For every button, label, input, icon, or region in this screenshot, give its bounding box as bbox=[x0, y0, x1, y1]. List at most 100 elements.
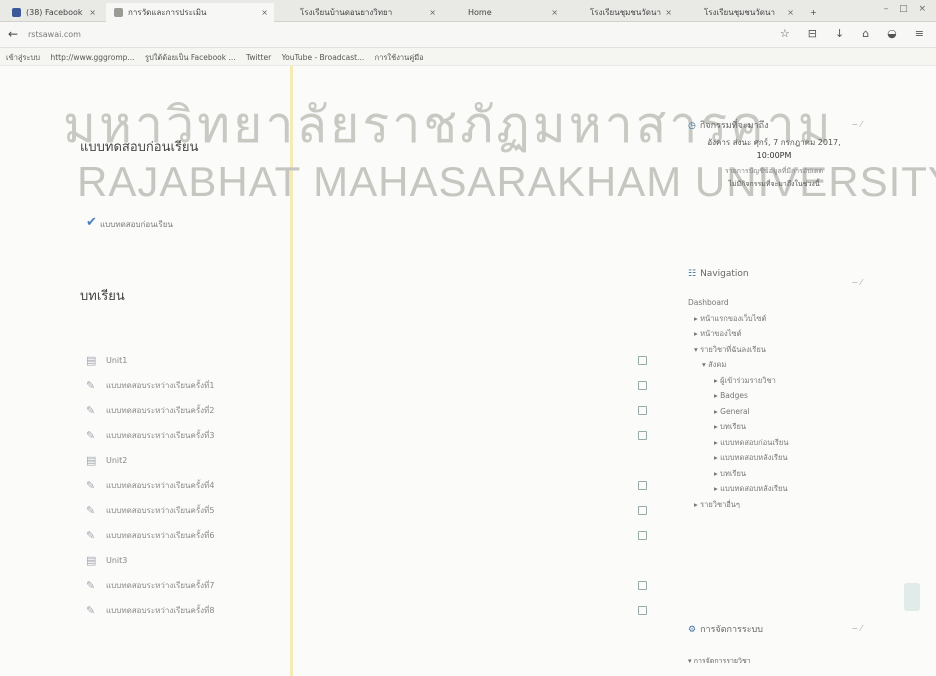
completion-checkbox[interactable] bbox=[638, 531, 647, 540]
quiz-item[interactable]: ✎ แบบทดสอบระหว่างเรียนครั้งที่4 bbox=[86, 473, 666, 498]
window-controls[interactable]: – □ × bbox=[884, 4, 930, 14]
lesson-label[interactable]: Unit2 bbox=[106, 456, 127, 465]
browser-tab[interactable]: โรงเรียนบ้านดอนยางวิทยา × bbox=[278, 3, 442, 22]
block-controls[interactable]: − ⁄ bbox=[851, 120, 862, 129]
quiz-icon: ✎ bbox=[86, 479, 96, 492]
quiz-item[interactable]: ✎ แบบทดสอบระหว่างเรียนครั้งที่5 bbox=[86, 498, 666, 523]
event-note: ไม่มีกิจกรรมที่จะมาถึงในช่วงนี้ bbox=[728, 180, 820, 188]
browser-tab-active[interactable]: การวัดและการประเมิน × bbox=[106, 3, 274, 22]
pretest-link[interactable]: แบบทดสอบก่อนเรียน bbox=[100, 218, 173, 231]
lesson-label[interactable]: Unit3 bbox=[106, 556, 127, 565]
browser-tab[interactable]: โรงเรียนชุมชนวัดนา × bbox=[568, 3, 678, 22]
completion-checkbox[interactable] bbox=[638, 406, 647, 415]
lesson-label[interactable]: แบบทดสอบระหว่างเรียนครั้งที่5 bbox=[106, 506, 214, 515]
folder-icon: ▤ bbox=[86, 454, 97, 467]
close-tab-icon[interactable]: × bbox=[89, 3, 96, 22]
quiz-item[interactable]: ✎ แบบทดสอบระหว่างเรียนครั้งที่8 bbox=[86, 598, 666, 623]
unit-item[interactable]: ▤ Unit1 bbox=[86, 348, 666, 373]
star-icon[interactable]: ☆ bbox=[780, 27, 790, 40]
close-tab-icon[interactable]: × bbox=[787, 3, 794, 22]
completion-checkbox[interactable] bbox=[638, 606, 647, 615]
new-tab-button[interactable]: + bbox=[804, 3, 828, 22]
bookmark[interactable]: http://www.gggromp... bbox=[50, 53, 134, 62]
nav-item[interactable]: ▸ Badges bbox=[688, 388, 860, 404]
quiz-icon: ✎ bbox=[86, 504, 96, 517]
quiz-icon: ✎ bbox=[86, 529, 96, 542]
facebook-icon bbox=[12, 8, 21, 17]
lesson-label[interactable]: แบบทดสอบระหว่างเรียนครั้งที่7 bbox=[106, 581, 214, 590]
lesson-label[interactable]: แบบทดสอบระหว่างเรียนครั้งที่1 bbox=[106, 381, 214, 390]
scroll-indicator[interactable] bbox=[904, 583, 920, 611]
back-arrow-icon[interactable]: ← bbox=[8, 27, 18, 41]
quiz-icon: ✎ bbox=[86, 604, 96, 617]
nav-item[interactable]: ▾ รายวิชาที่ฉันลงเรียน bbox=[688, 342, 860, 358]
nav-item[interactable]: ▸ รายวิชาอื่นๆ bbox=[688, 497, 860, 513]
lesson-label[interactable]: แบบทดสอบระหว่างเรียนครั้งที่8 bbox=[106, 606, 214, 615]
event-date[interactable]: อังคาร ส่งนะ ศุกร์, 7 กรกฎาคม 2017, bbox=[688, 136, 860, 149]
lesson-label[interactable]: แบบทดสอบระหว่างเรียนครั้งที่4 bbox=[106, 481, 214, 490]
nav-item[interactable]: ▸ หน้าของไซต์ bbox=[688, 326, 860, 342]
close-tab-icon[interactable]: × bbox=[665, 3, 672, 22]
lesson-label[interactable]: แบบทดสอบระหว่างเรียนครั้งที่6 bbox=[106, 531, 214, 540]
bookmark[interactable]: รูปใต้ด้อยเป็น Facebook ... bbox=[145, 53, 236, 62]
nav-item[interactable]: ▸ แบบทดสอบหลังเรียน bbox=[688, 450, 860, 466]
url-field[interactable]: rstsawai.com bbox=[28, 30, 81, 39]
bookmark[interactable]: Twitter bbox=[246, 53, 271, 62]
download-icon[interactable]: ↓ bbox=[835, 27, 844, 40]
reading-list-icon[interactable]: ⊟ bbox=[808, 27, 817, 40]
home-icon[interactable]: ⌂ bbox=[862, 27, 869, 40]
address-bar-row: ← rstsawai.com ☆ ⊟ ↓ ⌂ ◒ ≡ bbox=[0, 22, 936, 48]
pretest-heading: แบบทดสอบก่อนเรียน bbox=[80, 140, 199, 155]
nav-item[interactable]: ▸ บทเรียน bbox=[688, 419, 860, 435]
block-controls[interactable]: − ⁄ bbox=[851, 278, 862, 287]
browser-tab[interactable]: โรงเรียนชุมชนวัดนา × bbox=[682, 3, 800, 22]
completion-checkbox[interactable] bbox=[638, 506, 647, 515]
completion-checkbox[interactable] bbox=[638, 381, 647, 390]
block-title: กิจกรรมที่จะมาถึง bbox=[699, 121, 769, 131]
nav-item[interactable]: ▾ สังคม bbox=[688, 357, 860, 373]
unit-item[interactable]: ▤ Unit3 bbox=[86, 548, 666, 573]
admin-subitem[interactable]: ▾ การจัดการรายวิชา bbox=[688, 656, 860, 667]
lesson-label[interactable]: แบบทดสอบระหว่างเรียนครั้งที่2 bbox=[106, 406, 214, 415]
nav-item[interactable]: ▸ แบบทดสอบก่อนเรียน bbox=[688, 435, 860, 451]
close-tab-icon[interactable]: × bbox=[429, 3, 436, 22]
block-controls[interactable]: − ⁄ bbox=[851, 624, 862, 633]
close-tab-icon[interactable]: × bbox=[551, 3, 558, 22]
menu-icon[interactable]: ≡ bbox=[915, 27, 924, 40]
quiz-item[interactable]: ✎ แบบทดสอบระหว่างเรียนครั้งที่7 bbox=[86, 573, 666, 598]
tab-label: Home bbox=[468, 8, 492, 17]
lesson-label[interactable]: แบบทดสอบระหว่างเรียนครั้งที่3 bbox=[106, 431, 214, 440]
block-title: Navigation bbox=[700, 269, 749, 279]
bookmark[interactable]: YouTube - Broadcast... bbox=[282, 53, 365, 62]
completion-checkbox[interactable] bbox=[638, 581, 647, 590]
close-tab-icon[interactable]: × bbox=[261, 3, 268, 22]
nav-item[interactable]: ▸ แบบทดสอบหลังเรียน bbox=[688, 481, 860, 497]
nav-item[interactable]: ▸ หน้าแรกของเว็บไซต์ bbox=[688, 311, 860, 327]
quiz-item[interactable]: ✎ แบบทดสอบระหว่างเรียนครั้งที่3 bbox=[86, 423, 666, 448]
gears-icon: ⚙ bbox=[688, 625, 697, 635]
nav-item[interactable]: Dashboard bbox=[688, 295, 860, 311]
pocket-icon[interactable]: ◒ bbox=[887, 27, 897, 40]
nav-item[interactable]: ▸ General bbox=[688, 404, 860, 420]
quiz-icon: ✎ bbox=[86, 404, 96, 417]
browser-tab-home[interactable]: Home × bbox=[446, 3, 564, 22]
nav-item[interactable]: ▸ บทเรียน bbox=[688, 466, 860, 482]
bookmarks-bar: เข้าสู่ระบบ http://www.gggromp... รูปใต้… bbox=[0, 48, 936, 66]
completion-checkbox[interactable] bbox=[638, 431, 647, 440]
browser-tab-facebook[interactable]: (38) Facebook × bbox=[4, 3, 102, 22]
unit-item[interactable]: ▤ Unit2 bbox=[86, 448, 666, 473]
clock-icon: ◷ bbox=[688, 121, 696, 131]
tab-label: โรงเรียนบ้านดอนยางวิทยา bbox=[300, 8, 393, 17]
bookmark[interactable]: การใช้งานคู่มือ bbox=[375, 53, 424, 62]
quiz-item[interactable]: ✎ แบบทดสอบระหว่างเรียนครั้งที่2 bbox=[86, 398, 666, 423]
browser-tab-bar: (38) Facebook × การวัดและการประเมิน × โรงเ… bbox=[0, 0, 936, 22]
completion-checkbox[interactable] bbox=[638, 356, 647, 365]
navigation-list: Dashboard ▸ หน้าแรกของเว็บไซต์ ▸ หน้าของไซ… bbox=[688, 295, 860, 512]
folder-icon: ▤ bbox=[86, 554, 97, 567]
quiz-item[interactable]: ✎ แบบทดสอบระหว่างเรียนครั้งที่6 bbox=[86, 523, 666, 548]
completion-checkbox[interactable] bbox=[638, 481, 647, 490]
nav-item[interactable]: ▸ ผู้เข้าร่วมรายวิชา bbox=[688, 373, 860, 389]
quiz-item[interactable]: ✎ แบบทดสอบระหว่างเรียนครั้งที่1 bbox=[86, 373, 666, 398]
bookmark[interactable]: เข้าสู่ระบบ bbox=[6, 53, 40, 62]
lesson-label[interactable]: Unit1 bbox=[106, 356, 127, 365]
